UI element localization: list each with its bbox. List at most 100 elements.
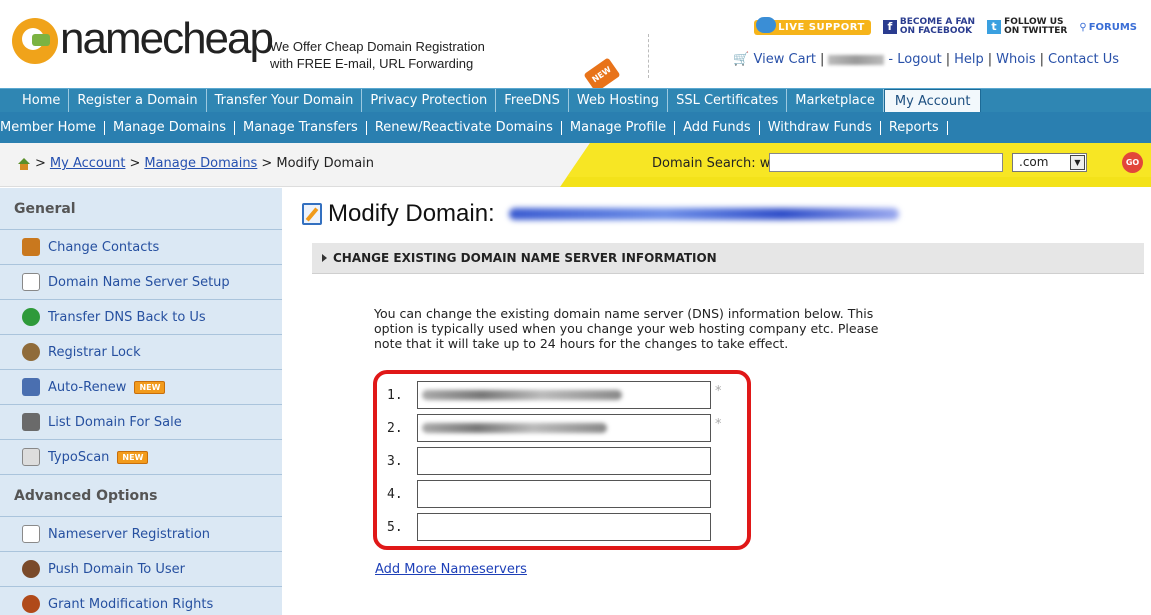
edit-icon [302, 203, 322, 225]
sidebar-item-label: Push Domain To User [48, 561, 186, 577]
sidebar-item-label: Nameserver Registration [48, 526, 211, 542]
sidebar-advanced-title: Advanced Options [0, 475, 282, 517]
section-title: CHANGE EXISTING DOMAIN NAME SERVER INFOR… [333, 251, 717, 265]
nav-marketplace[interactable]: Marketplace [787, 89, 884, 112]
twitter-icon: t [987, 20, 1002, 34]
desc-line: note that it will take up to 24 hours fo… [374, 336, 789, 351]
nav-ssl-certificates[interactable]: SSL Certificates [668, 89, 788, 112]
home-icon[interactable] [17, 157, 31, 170]
twitter-link[interactable]: t FOLLOW US ON TWITTER [987, 18, 1067, 36]
subnav-manage-profile[interactable]: Manage Profile [562, 120, 676, 135]
account-links: 🛒 View Cart | - Logout | Help | Whois | … [733, 52, 1119, 67]
nav-web-hosting[interactable]: Web Hosting [569, 89, 669, 112]
subnav-reports[interactable]: Reports [881, 120, 948, 135]
separator: | [820, 52, 825, 67]
transfer-icon [22, 308, 40, 326]
sidebar: General Change Contacts Domain Name Serv… [0, 188, 282, 615]
nameserver-number: 1. [387, 387, 403, 403]
facebook-icon: f [882, 20, 897, 34]
subnav-add-funds[interactable]: Add Funds [675, 120, 760, 135]
separator: | [945, 52, 951, 67]
breadcrumb-sep: > [129, 156, 141, 171]
facebook-link[interactable]: f BECOME A FAN ON FACEBOOK [882, 17, 976, 36]
nameserver-1-input[interactable] [417, 381, 711, 409]
sidebar-item-nameserver-registration[interactable]: Nameserver Registration [0, 517, 282, 552]
site-header: namecheap We Offer Cheap Domain Registra… [0, 0, 1151, 88]
facebook-label: BECOME A FAN ON FACEBOOK [899, 17, 976, 36]
breadcrumb-manage-domains[interactable]: Manage Domains [144, 156, 257, 171]
subnav-manage-domains[interactable]: Manage Domains [105, 120, 235, 135]
add-more-nameservers-link[interactable]: Add More Nameservers [375, 562, 527, 577]
header-divider [648, 34, 649, 78]
nameserver-number: 3. [387, 453, 403, 469]
logout-link[interactable]: - Logout [888, 52, 941, 67]
domain-name-redacted [508, 208, 899, 220]
server-icon [22, 273, 40, 291]
nameserver-5-input[interactable] [417, 513, 711, 541]
sidebar-item-dns-setup[interactable]: Domain Name Server Setup [0, 265, 282, 300]
required-mark: * [715, 384, 722, 399]
sidebar-item-grant-rights[interactable]: Grant Modification Rights [0, 587, 282, 615]
sidebar-item-typoscan[interactable]: TypoScan NEW [0, 440, 282, 475]
subnav-member-home[interactable]: Member Home [0, 120, 105, 135]
whois-link[interactable]: Whois [996, 52, 1035, 67]
view-cart-link[interactable]: View Cart [754, 52, 816, 67]
forums-link[interactable]: ⚲ FORUMS [1079, 22, 1137, 33]
subnav-withdraw-funds[interactable]: Withdraw Funds [760, 120, 881, 135]
sidebar-general-title: General [0, 188, 282, 230]
sidebar-item-label: Auto-Renew [48, 379, 127, 395]
nav-home[interactable]: Home [0, 89, 70, 112]
nav-register-domain[interactable]: Register a Domain [69, 89, 207, 112]
forums-label: FORUMS [1088, 21, 1137, 33]
new-badge: NEW [117, 450, 149, 464]
subnav-manage-transfers[interactable]: Manage Transfers [235, 120, 367, 135]
sidebar-item-change-contacts[interactable]: Change Contacts [0, 230, 282, 265]
go-button[interactable]: GO [1122, 152, 1143, 173]
sidebar-item-auto-renew[interactable]: Auto-Renew NEW [0, 370, 282, 405]
nameserver-4-input[interactable] [417, 480, 711, 508]
domain-search-input[interactable] [769, 153, 1003, 172]
contact-us-link[interactable]: Contact Us [1048, 52, 1119, 67]
lock-icon [22, 343, 40, 361]
nav-privacy-protection[interactable]: Privacy Protection [362, 89, 497, 112]
subnav-renew-domains[interactable]: Renew/Reactivate Domains [367, 120, 562, 135]
cart-icon: 🛒 [733, 52, 750, 67]
live-support-label: LIVE SUPPORT [778, 21, 865, 33]
breadcrumb-bar: > My Account > Manage Domains > Modify D… [0, 143, 1151, 187]
sale-icon [22, 413, 40, 431]
help-link[interactable]: Help [954, 52, 984, 67]
breadcrumb-current: > Modify Domain [261, 156, 375, 171]
sidebar-item-registrar-lock[interactable]: Registrar Lock [0, 335, 282, 370]
typoscan-icon [22, 448, 40, 466]
section-header[interactable]: CHANGE EXISTING DOMAIN NAME SERVER INFOR… [312, 243, 1144, 274]
nameserver-row: 5. [387, 512, 711, 542]
sidebar-item-transfer-dns[interactable]: Transfer DNS Back to Us [0, 300, 282, 335]
namecheap-logo[interactable]: namecheap [12, 14, 274, 66]
sidebar-item-label: Domain Name Server Setup [48, 274, 230, 290]
nameserver-row: 3. [387, 446, 711, 476]
separator: | [1039, 52, 1044, 67]
tagline-line-2: with FREE E-mail, URL Forwarding [270, 56, 474, 71]
sidebar-item-list-for-sale[interactable]: List Domain For Sale [0, 405, 282, 440]
redacted-value [422, 390, 622, 400]
sidebar-item-label: Registrar Lock [48, 344, 141, 360]
breadcrumb-my-account[interactable]: My Account [50, 156, 126, 171]
nav-transfer-domain[interactable]: Transfer Your Domain [207, 89, 363, 112]
page-title: Modify Domain: [302, 200, 899, 228]
chevron-down-icon[interactable]: ▼ [1070, 155, 1085, 170]
separator: | [987, 52, 993, 67]
nav-my-account[interactable]: My Account [883, 89, 982, 113]
live-support-button[interactable]: LIVE SUPPORT [754, 16, 871, 35]
sidebar-item-push-domain[interactable]: Push Domain To User [0, 552, 282, 587]
nameserver-3-input[interactable] [417, 447, 711, 475]
sidebar-item-label: Change Contacts [48, 239, 160, 255]
tld-select[interactable]: .com ▼ [1012, 153, 1087, 172]
nav-freedns[interactable]: FreeDNS [496, 89, 569, 112]
nameserver-2-input[interactable] [417, 414, 711, 442]
tagline-line-1: We Offer Cheap Domain Registration [270, 39, 485, 54]
page-title-text: Modify Domain: [328, 200, 495, 227]
new-badge: NEW [134, 380, 166, 394]
logo-text: namecheap [60, 14, 274, 63]
forums-icon: ⚲ [1079, 21, 1087, 33]
main-nav: Home Register a Domain Transfer Your Dom… [0, 88, 1151, 113]
